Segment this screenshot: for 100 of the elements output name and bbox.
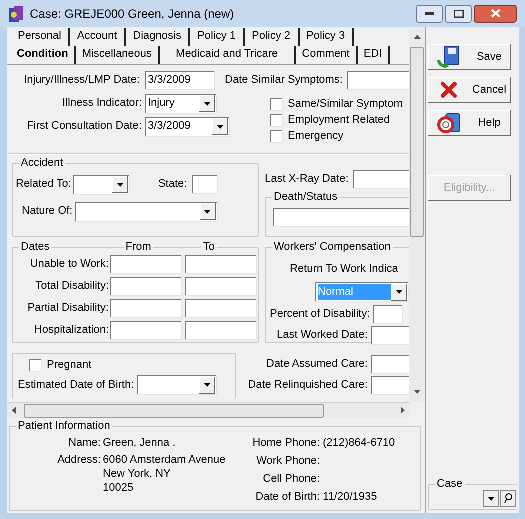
caret-icon: [204, 102, 210, 106]
field-label: Unable to Work:: [29, 257, 109, 272]
search-button[interactable]: [500, 490, 516, 507]
info-value: 11/20/1935: [323, 490, 378, 504]
field-label: Hospitalization:: [33, 323, 109, 338]
checkbox[interactable]: [270, 98, 283, 110]
field-label: Home Phone:: [252, 436, 320, 450]
date-field[interactable]: [352, 170, 410, 188]
field-label: Partial Disability:: [26, 301, 109, 316]
tab[interactable]: Account: [70, 28, 126, 46]
info-value: Green, Jenna .: [103, 436, 176, 450]
window-title: Case: GREJE000 Green, Jenna (new): [30, 6, 236, 22]
dropdown-field[interactable]: [73, 174, 130, 194]
text-field[interactable]: [273, 208, 410, 227]
caret-icon: [116, 182, 124, 186]
x-icon: [440, 81, 458, 99]
field-label: Name:: [68, 436, 101, 450]
tab[interactable]: Comment: [296, 46, 358, 64]
field-label: Percent of Disability:: [270, 306, 370, 322]
info-value: (212)864-6710: [323, 436, 396, 450]
field-label: Work Phone:: [256, 454, 320, 468]
field-label: Last X-Ray Date:: [265, 172, 349, 187]
scroll-left-icon: [12, 407, 16, 414]
date-field[interactable]: [110, 321, 182, 340]
date-field[interactable]: [371, 354, 410, 374]
field-label: Pregnant: [47, 358, 92, 373]
tab[interactable]: Diagnosis: [126, 28, 190, 46]
help-button[interactable]: Help: [428, 110, 511, 136]
field-label: Injury/Illness/LMP Date:: [23, 72, 141, 88]
date-field[interactable]: [370, 326, 410, 344]
field-label: Same/Similar Symptom: [288, 96, 403, 112]
tab[interactable]: Personal: [11, 28, 70, 46]
date-field[interactable]: [185, 277, 257, 296]
caret-icon: [204, 383, 211, 387]
caret-icon: [396, 290, 402, 294]
tab[interactable]: Policy 3: [300, 28, 354, 46]
maximize-button[interactable]: [445, 4, 472, 22]
floppy-disk-icon: [437, 46, 461, 68]
cancel-button[interactable]: Cancel: [428, 77, 511, 103]
date-field[interactable]: [110, 277, 182, 296]
horizontal-scrollbar[interactable]: [7, 402, 410, 418]
save-button[interactable]: Save: [428, 44, 511, 70]
field-label: First Consultation Date:: [26, 119, 142, 134]
text-field[interactable]: [373, 304, 404, 324]
checkbox[interactable]: [270, 130, 283, 142]
tab[interactable]: Policy 2: [245, 28, 300, 46]
field-label: Address:: [56, 453, 101, 468]
minimize-button[interactable]: [416, 4, 443, 22]
field-label: Employment Related: [288, 112, 390, 128]
search-icon: [504, 493, 512, 504]
field-label: Illness Indicator:: [62, 96, 142, 112]
field-label: State:: [158, 177, 188, 192]
scroll-down-icon: [414, 390, 421, 394]
date-field[interactable]: [110, 299, 182, 318]
date-field[interactable]: 3/3/2009: [145, 70, 215, 90]
dropdown-field[interactable]: [137, 375, 218, 395]
field-label: Last Worked Date:: [277, 328, 368, 343]
field-label: Nature Of:: [22, 204, 73, 220]
scrollbar-thumb[interactable]: [24, 404, 324, 418]
field-label: Emergency: [288, 128, 344, 144]
caret-icon: [204, 210, 212, 214]
dropdown-field[interactable]: [74, 202, 218, 222]
field-label: Date Assumed Care:: [266, 356, 368, 372]
date-field[interactable]: [185, 255, 257, 274]
field-label: Cell Phone:: [262, 472, 320, 486]
field-label: Related To:: [16, 177, 72, 192]
info-value: New York, NY: [103, 467, 172, 481]
date-field[interactable]: [185, 321, 257, 340]
caret-icon: [488, 496, 494, 500]
tab[interactable]: Policy 1: [190, 28, 246, 46]
tab[interactable]: EDI: [358, 46, 390, 64]
text-field[interactable]: [192, 175, 218, 194]
caret-icon: [216, 124, 224, 128]
tab[interactable]: Medicaid and Tricare: [160, 46, 296, 64]
date-field[interactable]: [185, 299, 257, 318]
lifebuoy-icon: [436, 112, 462, 134]
tab[interactable]: Miscellaneous: [76, 46, 160, 64]
tab[interactable]: Condition: [11, 46, 76, 64]
field-label: Date Relinquished Care:: [248, 378, 368, 393]
scroll-up-icon: [414, 35, 421, 39]
dropdown-field[interactable]: 3/3/2009: [145, 116, 230, 136]
date-field[interactable]: [346, 70, 410, 90]
scroll-right-icon: [401, 407, 405, 414]
field-label: Return To Work Indica: [290, 263, 398, 275]
field-label: Total Disability:: [34, 279, 109, 294]
minimize-icon: [425, 12, 434, 15]
date-field[interactable]: [371, 376, 410, 394]
date-field[interactable]: [110, 255, 182, 274]
vertical-scrollbar[interactable]: [409, 27, 425, 402]
info-value: 6060 Amsterdam Avenue: [103, 453, 226, 467]
field-label: Estimated Date of Birth:: [18, 378, 134, 393]
checkbox[interactable]: [270, 114, 283, 126]
close-button[interactable]: [474, 4, 517, 22]
info-value: 10025: [103, 481, 135, 495]
field-label: Date of Birth:: [254, 490, 320, 504]
checkbox[interactable]: [29, 358, 42, 372]
scrollbar-thumb[interactable]: [410, 47, 424, 237]
dropdown-field[interactable]: Injury: [145, 94, 217, 114]
dropdown-button[interactable]: [483, 490, 499, 507]
field-label: Date Similar Symptoms:: [225, 72, 343, 88]
